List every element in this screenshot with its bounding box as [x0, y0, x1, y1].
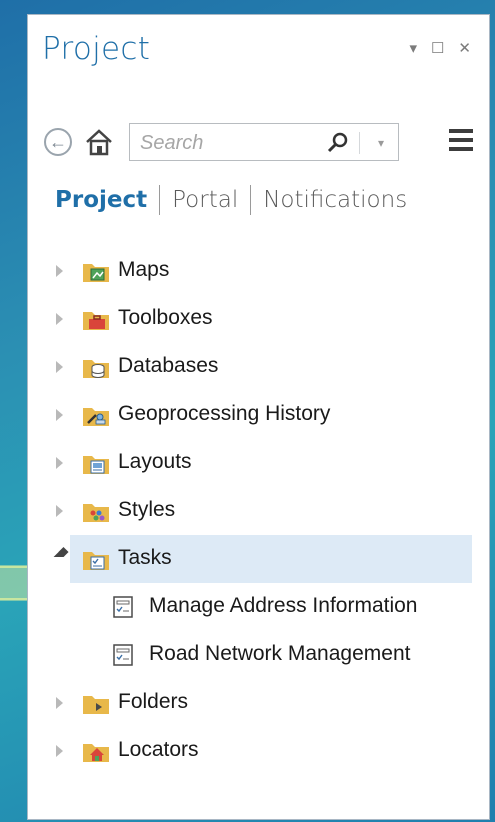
tree-item-maps[interactable]: Maps [28, 247, 489, 295]
maximize-icon[interactable]: ☐ [431, 41, 444, 56]
expand-arrow-icon[interactable] [56, 745, 63, 757]
tree-item-label: Road Network Management [149, 642, 411, 665]
search-options-dropdown-icon[interactable]: ▾ [378, 136, 384, 150]
tree-item-label: Folders [118, 690, 189, 713]
home-icon[interactable] [84, 127, 114, 157]
folders-folder-icon [83, 696, 109, 714]
tree-item-databases[interactable]: Databases [28, 343, 489, 391]
catalog-pane: Project ▾ ☐ ✕ ← ▾ Project Portal Notific… [27, 14, 490, 820]
expand-arrow-icon[interactable] [56, 457, 63, 469]
tree-item-label: Layouts [118, 450, 192, 473]
tree-item-label: Databases [118, 354, 219, 377]
tree-item-locators[interactable]: Locators [28, 727, 489, 775]
menu-icon[interactable] [449, 129, 473, 155]
tree-item-label: Geoprocessing History [118, 402, 331, 425]
pane-options-dropdown-icon[interactable]: ▾ [409, 41, 417, 56]
tree-item-manage-address-information[interactable]: Manage Address Information [28, 583, 489, 631]
expand-arrow-icon[interactable] [56, 361, 63, 373]
close-icon[interactable]: ✕ [458, 41, 471, 56]
expand-arrow-icon[interactable] [56, 409, 63, 421]
back-arrow-icon[interactable]: ← [44, 128, 72, 156]
project-tree: Maps Toolboxes Databases Geoprocessing H… [28, 247, 489, 775]
search-icon[interactable] [326, 131, 350, 155]
tree-item-label: Locators [118, 738, 199, 761]
tree-item-layouts[interactable]: Layouts [28, 439, 489, 487]
tasks-folder-icon [83, 552, 109, 570]
window-controls: ▾ ☐ ✕ [409, 41, 471, 56]
locators-folder-icon [83, 744, 109, 762]
tree-item-label: Toolboxes [118, 306, 213, 329]
expand-arrow-icon[interactable] [56, 313, 63, 325]
search-input[interactable] [138, 128, 322, 158]
catalog-toolbar: ← ▾ [44, 123, 473, 163]
expand-arrow-icon[interactable] [56, 697, 63, 709]
tree-item-road-network-management[interactable]: Road Network Management [28, 631, 489, 679]
styles-folder-icon [83, 504, 109, 522]
tab-divider [159, 185, 161, 215]
tree-item-tasks[interactable]: Tasks [53, 535, 472, 583]
tab-strip: Project Portal Notifications [55, 185, 407, 215]
toolboxes-folder-icon [83, 312, 109, 330]
search-divider [359, 132, 360, 154]
pane-title: Project [42, 31, 151, 67]
search-box[interactable]: ▾ [129, 123, 399, 161]
tree-item-toolboxes[interactable]: Toolboxes [28, 295, 489, 343]
task-item-icon [113, 596, 133, 618]
task-item-icon [113, 644, 133, 666]
tree-item-label: Styles [118, 498, 176, 521]
collapse-arrow-icon[interactable] [53, 547, 69, 562]
expand-arrow-icon[interactable] [56, 265, 63, 277]
maps-folder-icon [83, 264, 109, 282]
tree-item-label: Maps [118, 258, 170, 281]
tree-item-geoprocessing-history[interactable]: Geoprocessing History [28, 391, 489, 439]
expand-arrow-icon[interactable] [56, 505, 63, 517]
tab-notifications[interactable]: Notifications [263, 187, 407, 213]
tab-project[interactable]: Project [55, 187, 147, 213]
databases-folder-icon [83, 360, 109, 378]
layouts-folder-icon [83, 456, 109, 474]
tab-divider [250, 185, 252, 215]
tree-item-label: Manage Address Information [149, 594, 418, 617]
tree-item-label: Tasks [118, 546, 172, 569]
tree-item-styles[interactable]: Styles [28, 487, 489, 535]
tree-item-folders[interactable]: Folders [28, 679, 489, 727]
tab-portal[interactable]: Portal [172, 187, 238, 213]
geoprocessing-folder-icon [83, 408, 109, 426]
